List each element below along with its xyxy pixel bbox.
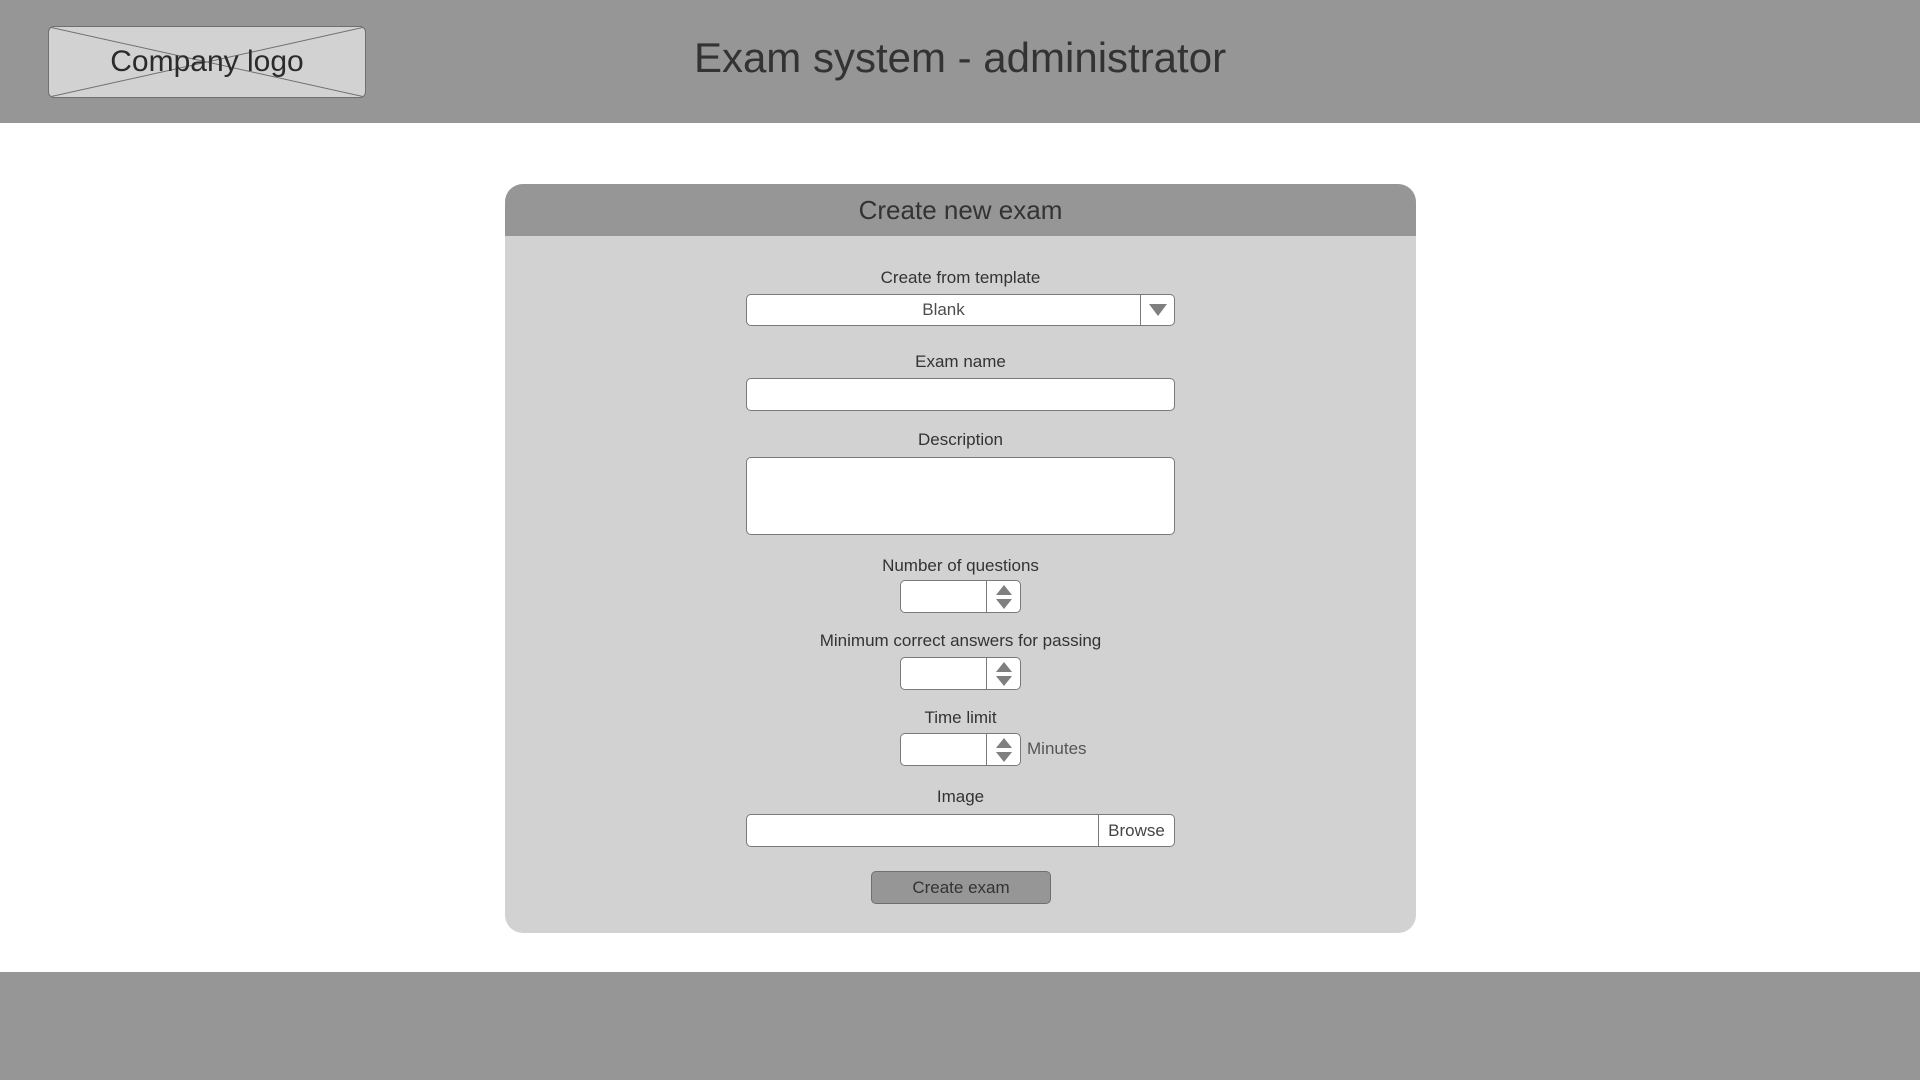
description-label: Description	[917, 430, 1004, 449]
time-limit-stepper[interactable]	[900, 733, 1021, 766]
card-title: Create new exam	[505, 184, 1416, 236]
time-limit-label: Time limit	[924, 708, 997, 727]
num-questions-stepper[interactable]	[900, 580, 1021, 613]
image-path-input[interactable]	[746, 814, 1101, 847]
time-limit-input[interactable]	[901, 734, 986, 765]
time-limit-unit: Minutes	[1027, 739, 1087, 758]
template-select-value: Blank	[922, 300, 965, 319]
increment-arrow-icon[interactable]	[995, 737, 1012, 748]
decrement-arrow-icon[interactable]	[995, 598, 1012, 609]
description-textarea[interactable]	[746, 457, 1175, 535]
min-correct-spin-buttons[interactable]	[986, 658, 1020, 689]
app-title: Exam system - administrator	[693, 34, 1227, 81]
browse-button[interactable]: Browse	[1098, 814, 1175, 847]
app-footer	[0, 972, 1920, 1080]
num-questions-label: Number of questions	[882, 556, 1039, 575]
min-correct-stepper[interactable]	[900, 657, 1021, 690]
exam-name-input[interactable]	[746, 378, 1175, 411]
increment-arrow-icon[interactable]	[995, 584, 1012, 595]
template-dropdown-button[interactable]	[1140, 295, 1174, 325]
time-limit-spin-buttons[interactable]	[986, 734, 1020, 765]
template-label: Create from template	[880, 268, 1041, 287]
increment-arrow-icon[interactable]	[995, 661, 1012, 672]
min-correct-input[interactable]	[901, 658, 986, 689]
app-header: Company logo Exam system - administrator	[0, 0, 1920, 123]
exam-name-label: Exam name	[915, 352, 1006, 371]
num-questions-input[interactable]	[901, 581, 986, 612]
create-exam-card: Create new exam Create from template Bla…	[505, 184, 1416, 933]
create-exam-button[interactable]: Create exam	[871, 871, 1051, 904]
chevron-down-icon	[1148, 304, 1167, 316]
image-label: Image	[936, 787, 985, 806]
decrement-arrow-icon[interactable]	[995, 675, 1012, 686]
template-select[interactable]: Blank	[746, 294, 1175, 326]
min-correct-label: Minimum correct answers for passing	[819, 631, 1102, 650]
num-questions-spin-buttons[interactable]	[986, 581, 1020, 612]
decrement-arrow-icon[interactable]	[995, 751, 1012, 762]
